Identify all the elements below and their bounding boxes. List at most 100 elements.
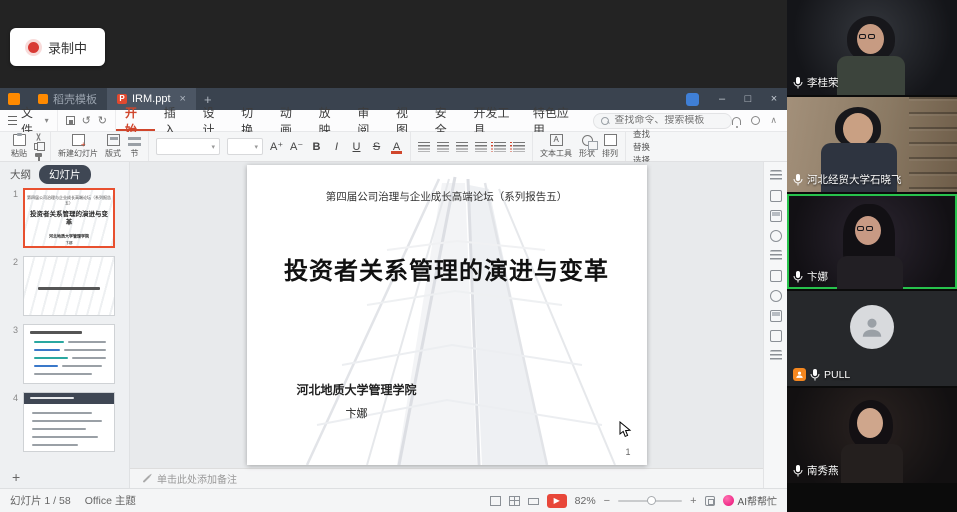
menu-tab-security[interactable]: 安全 [426,110,465,131]
settings-gear-icon[interactable] [751,116,760,125]
wps-logo[interactable] [8,93,20,105]
account-avatar[interactable] [686,93,699,106]
menu-tab-devtools[interactable]: 开发工具 [464,110,523,131]
close-button[interactable]: × [761,88,787,110]
cut-icon[interactable] [34,133,43,141]
menu-tab-insert[interactable]: 插入 [155,110,194,131]
slide-thumbnail-3[interactable] [23,324,115,384]
align-right-icon[interactable] [456,142,468,152]
slide-thumbnail-4[interactable] [23,392,115,452]
font-color-button[interactable]: A [390,141,403,153]
participant-video-pull[interactable]: PULL [787,291,957,386]
participant-name: 河北经贸大学石晓飞 [807,172,902,187]
search-icon [601,117,609,125]
arrange-button[interactable]: 排列 [602,134,618,159]
strikethrough-button[interactable]: S [370,141,383,153]
italic-button[interactable]: I [330,141,343,153]
bullet-list-icon[interactable] [494,142,506,152]
tab-outline[interactable]: 大纲 [10,167,31,182]
menu-tab-review[interactable]: 审阅 [348,110,387,131]
normal-view-icon[interactable] [490,496,501,506]
section-button[interactable]: 节 [128,135,141,159]
participant-label: 南秀燕 [793,463,839,478]
zoom-percent[interactable]: 82% [575,495,596,507]
more-panel-icon[interactable] [770,350,782,362]
fit-to-window-icon[interactable] [705,496,715,506]
search-input[interactable] [614,115,724,126]
menu-tab-view[interactable]: 视图 [387,110,426,131]
zoom-out-button[interactable]: − [604,495,610,507]
recording-indicator[interactable]: 录制中 [10,28,105,66]
slide-sorter-view-icon[interactable] [509,496,520,506]
zoom-in-button[interactable]: + [690,495,696,507]
slide-header-text: 第四届公司治理与企业成长高端论坛（系列报告五） [247,189,647,204]
underline-button[interactable]: U [350,141,363,153]
participant-video-bianna-speaking[interactable]: 卞娜 [787,194,957,289]
design-panel-icon[interactable] [770,210,782,222]
justify-icon[interactable] [475,142,487,152]
participant-video-ligui rong[interactable]: 李桂荣 [787,0,957,95]
numbered-list-icon[interactable] [513,142,525,152]
comment-panel-icon[interactable] [770,330,782,342]
font-name-select[interactable]: ▾ [156,138,220,155]
ai-assistant-button[interactable]: AI帮帮忙 [723,493,777,508]
slide-thumbnail-1[interactable]: 第四届公司治理与企业成长高端论坛（系列报告五） 投资者关系管理的演进与变革 河北… [23,188,115,248]
zoom-slider-thumb[interactable] [647,496,656,505]
align-left-icon[interactable] [418,142,430,152]
slide-title-text: 投资者关系管理的演进与变革 [247,251,647,286]
menu-tab-home[interactable]: 开始 [116,110,155,131]
menu-tab-animation[interactable]: 动画 [271,110,310,131]
font-size-select[interactable]: ▾ [227,138,263,155]
align-center-icon[interactable] [437,142,449,152]
theme-name[interactable]: Office 主题 [85,493,136,508]
right-tool-strip [763,162,787,488]
participant-video-nanxiuyan[interactable]: 南秀燕 [787,388,957,483]
tab-slides[interactable]: 幻灯片 [39,165,91,184]
properties-panel-icon[interactable] [770,170,782,182]
maximize-button[interactable]: □ [735,88,761,110]
slideshow-play-button[interactable]: ▶ [547,494,567,508]
outline-panel-icon[interactable] [770,250,782,262]
text-tool-button[interactable]: 文本工具 [540,134,572,159]
menu-tab-features[interactable]: 特色应用 [524,110,583,131]
undo-icon[interactable]: ↺ [82,114,91,127]
collapse-ribbon-icon[interactable]: ∧ [770,115,777,126]
slide-canvas[interactable]: 第四届公司治理与企业成长高端论坛（系列报告五） 投资者关系管理的演进与变革 河北… [130,162,763,468]
decrease-font-button[interactable]: A⁻ [290,140,303,153]
paste-button[interactable]: 粘贴 [11,134,27,159]
minimize-button[interactable]: – [709,88,735,110]
find-button[interactable]: 查找 [633,128,650,140]
shapes-icon [582,135,593,146]
menu-tab-design[interactable]: 设计 [193,110,232,131]
menu-tab-transition[interactable]: 切换 [232,110,271,131]
text-tool-icon [550,134,563,146]
add-slide-button[interactable]: + [0,466,129,488]
animation-panel-icon[interactable] [770,230,782,242]
copy-icon[interactable] [34,143,40,150]
increase-font-button[interactable]: A⁺ [270,140,283,153]
zoom-slider[interactable] [618,500,682,502]
slide-thumbnail-2[interactable] [23,256,115,316]
panel-tabs: 大纲 幻灯片 [0,162,129,186]
template-panel-icon[interactable] [770,310,782,322]
new-slide-button[interactable]: 新建幻灯片 [58,134,98,159]
participant-video-shixiaofei[interactable]: 河北经贸大学石晓飞 [787,97,957,192]
bold-button[interactable]: B [310,141,323,153]
file-menu-button[interactable]: 文件 ▾ [0,110,57,131]
object-panel-icon[interactable] [770,190,782,202]
menu-tab-slideshow[interactable]: 放映 [310,110,349,131]
current-slide[interactable]: 第四届公司治理与企业成长高端论坛（系列报告五） 投资者关系管理的演进与变革 河北… [247,165,647,465]
icon-library-panel-icon[interactable] [770,290,782,302]
shapes-button[interactable]: 形状 [579,135,595,159]
chart-panel-icon[interactable] [770,270,782,282]
command-search-box[interactable] [593,113,732,129]
reading-view-icon[interactable] [528,498,539,505]
format-painter-icon[interactable] [34,153,43,161]
slide-page-number: 1 [625,447,630,457]
notes-bar[interactable]: 单击此处添加备注 [130,468,763,488]
save-icon[interactable] [66,116,75,125]
layout-button[interactable]: 版式 [105,134,121,159]
replace-button[interactable]: 替换 [633,141,650,153]
redo-icon[interactable]: ↻ [98,114,107,127]
notification-bell-icon[interactable] [732,117,741,125]
